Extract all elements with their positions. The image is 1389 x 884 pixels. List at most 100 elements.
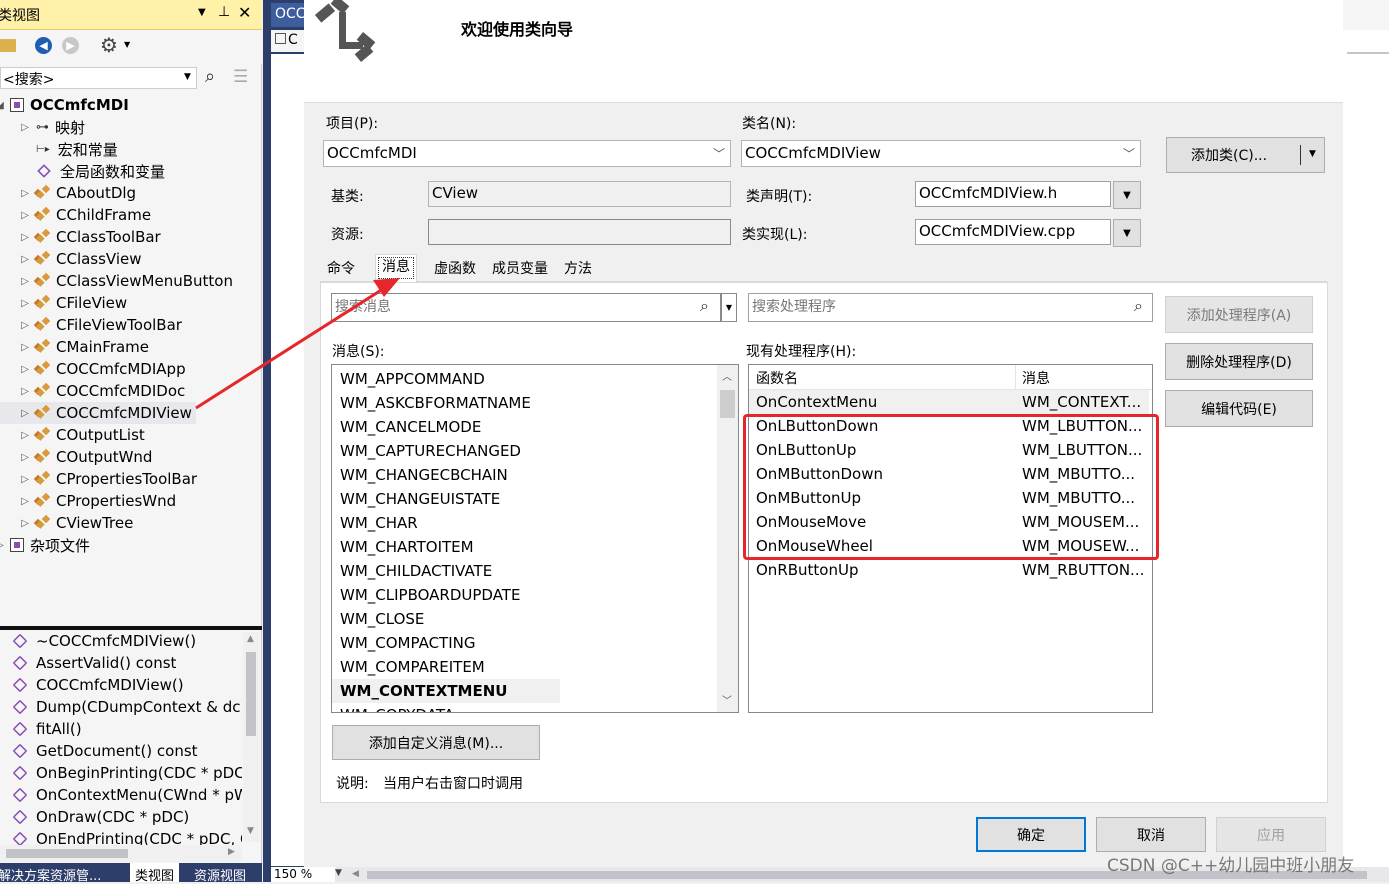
edit-code-button[interactable]: 编辑代码(E) [1165,390,1313,427]
editor-tab[interactable]: OCC [271,3,305,27]
tree-item[interactable]: ▷ 杂项文件 [0,534,90,556]
messages-scroll-thumb[interactable] [720,390,735,418]
expand-icon[interactable]: ▷ [18,122,32,133]
tree-item[interactable]: ▷ CMainFrame [0,336,149,358]
scroll-down-icon[interactable]: ﹀ [722,692,732,707]
tab-member-variables[interactable]: 成员变量 [486,257,554,282]
tree-item[interactable]: ▷ COCCmfcMDIApp [0,358,185,380]
message-item[interactable]: WM_APPCOMMAND [340,367,485,391]
member-item[interactable]: COCCmfcMDIView() [0,674,184,696]
message-item[interactable]: WM_CHILDACTIVATE [340,559,492,583]
handler-row[interactable]: OnRButtonUp WM_RBUTTON... [749,558,1149,582]
tab-messages[interactable]: 消息 [375,254,417,282]
class-decl-dropdown[interactable]: ▼ [1113,181,1141,209]
message-item[interactable]: WM_COPYDATA [340,703,454,712]
column-message[interactable]: 消息 [1022,368,1050,388]
tab-virtual-functions[interactable]: 虚函数 [428,257,482,282]
tab-methods[interactable]: 方法 [558,257,598,282]
add-handler-button[interactable]: 添加处理程序(A) [1165,296,1313,333]
class-impl-dropdown[interactable]: ▼ [1113,219,1141,247]
tree-item[interactable]: ▷ CChildFrame [0,204,151,226]
tab-commands[interactable]: 命令 [321,257,361,282]
tree-item[interactable]: ▷ COCCmfcMDIView [0,402,196,424]
scroll-up-icon[interactable]: ︿ [722,368,732,383]
delete-handler-button[interactable]: 删除处理程序(D) [1165,343,1313,380]
search-messages-dropdown[interactable]: ▼ [721,293,737,322]
project-combo[interactable]: OCCmfcMDI ﹀ [323,140,731,167]
forward-icon[interactable]: ▶ [62,37,79,54]
member-item[interactable]: OnDraw(CDC * pDC) [0,806,189,828]
member-item[interactable]: Dump(CDumpContext & dc) [0,696,242,718]
expand-icon[interactable]: ▷ [18,364,32,375]
tree-item[interactable]: ▷ CAboutDlg [0,182,136,204]
close-icon[interactable]: ✕ [238,3,251,22]
tree-item[interactable]: 全局函数和变量 [0,160,165,182]
member-item[interactable]: ~COCCmfcMDIView() [0,630,196,652]
tree-item[interactable]: ▷ CFileViewToolBar [0,314,182,336]
message-item[interactable]: WM_CHAR [340,511,418,535]
expand-icon[interactable]: ▷ [18,254,32,265]
expand-icon[interactable]: ▷ [18,496,32,507]
search-messages-input[interactable]: 搜索消息 ⌕ [331,293,721,322]
folder-icon[interactable] [0,39,16,52]
member-item[interactable]: GetDocument() const [0,740,198,762]
message-item[interactable]: WM_CHARTOITEM [340,535,474,559]
pin-icon[interactable]: ⊥ [218,4,230,20]
back-icon[interactable]: ◀ [35,37,52,54]
tree-item[interactable]: ⊢▸ 宏和常量 [0,138,118,160]
expand-icon[interactable]: ▷ [18,188,32,199]
search-icon[interactable]: ⌕ [205,66,215,87]
gear-dropdown-icon[interactable]: ▼ [124,40,130,49]
message-item[interactable]: WM_CHANGECBCHAIN [340,463,508,487]
expand-icon[interactable]: ▷ [18,518,32,529]
expand-icon[interactable]: ▷ [18,386,32,397]
tree-item[interactable]: ◢ OCCmfcMDI [0,94,129,116]
tree-item[interactable]: ▷ CPropertiesToolBar [0,468,197,490]
gear-icon[interactable]: ⚙ [100,33,118,57]
search-handlers-input[interactable]: 搜索处理程序 ⌕ [748,293,1153,322]
tree-item[interactable]: ▷ COutputList [0,424,145,446]
message-item[interactable]: WM_CANCELMODE [340,415,481,439]
handler-row[interactable]: OnContextMenu WM_CONTEXT... [749,390,1149,414]
expand-icon[interactable]: ▷ [18,408,32,419]
ok-button[interactable]: 确定 [976,817,1086,852]
message-item[interactable]: WM_CAPTURECHANGED [340,439,521,463]
message-item[interactable]: WM_CHANGEUISTATE [340,487,500,511]
classname-combo[interactable]: COCCmfcMDIView ﹀ [741,140,1141,167]
expand-icon[interactable]: ▷ [18,474,32,485]
tree-item[interactable]: ▷ CClassView [0,248,141,270]
tree-item[interactable]: ▷ ⊶ 映射 [0,116,85,138]
tree-item[interactable]: ▷ CClassViewMenuButton [0,270,233,292]
class-decl-field[interactable]: OCCmfcMDIView.h [915,181,1111,207]
class-impl-field[interactable]: OCCmfcMDIView.cpp [915,219,1111,245]
messages-listbox[interactable]: WM_APPCOMMAND WM_ASKCBFORMATNAME WM_CANCEL… [331,364,739,713]
member-item[interactable]: OnBeginPrinting(CDC * pDC, [0,762,242,784]
message-item[interactable]: WM_ASKCBFORMATNAME [340,391,531,415]
member-item[interactable]: OnEndPrinting(CDC * pDC, C [0,828,242,845]
member-item[interactable]: AssertValid() const [0,652,176,674]
messages-scrollbar[interactable]: ︿ ﹀ [717,365,738,712]
expand-icon[interactable]: ▷ [18,342,32,353]
member-item[interactable]: OnContextMenu(CWnd * pW [0,784,242,806]
class-search-input[interactable]: <搜索> ▼ [0,67,197,89]
settings-list-icon[interactable]: ☰ [233,67,248,87]
search-dropdown-icon[interactable]: ▼ [184,72,191,82]
apply-button[interactable]: 应用 [1216,817,1326,852]
tree-item[interactable]: ▷ CPropertiesWnd [0,490,176,512]
cancel-button[interactable]: 取消 [1096,817,1206,852]
add-class-button[interactable]: 添加类(C)... ▼ [1166,137,1325,173]
expand-icon[interactable]: ▷ [18,452,32,463]
message-item[interactable]: WM_CLIPBOARDUPDATE [340,583,520,607]
expand-icon[interactable]: ▷ [18,320,32,331]
add-custom-message-button[interactable]: 添加自定义消息(M)... [332,725,540,760]
expand-icon[interactable]: ▷ [18,210,32,221]
column-function-name[interactable]: 函数名 [756,368,798,388]
tree-item[interactable]: ▷ COCCmfcMDIDoc [0,380,185,402]
member-hscrollbar[interactable]: ▶ [0,845,242,862]
expand-icon[interactable]: ▷ [18,298,32,309]
tab-solution-explorer[interactable]: 解决方案资源管... [0,865,126,884]
expand-icon[interactable]: ▷ [18,232,32,243]
message-item[interactable]: WM_CLOSE [340,607,424,631]
message-item[interactable]: WM_COMPAREITEM [340,655,485,679]
member-item[interactable]: fitAll() [0,718,82,740]
